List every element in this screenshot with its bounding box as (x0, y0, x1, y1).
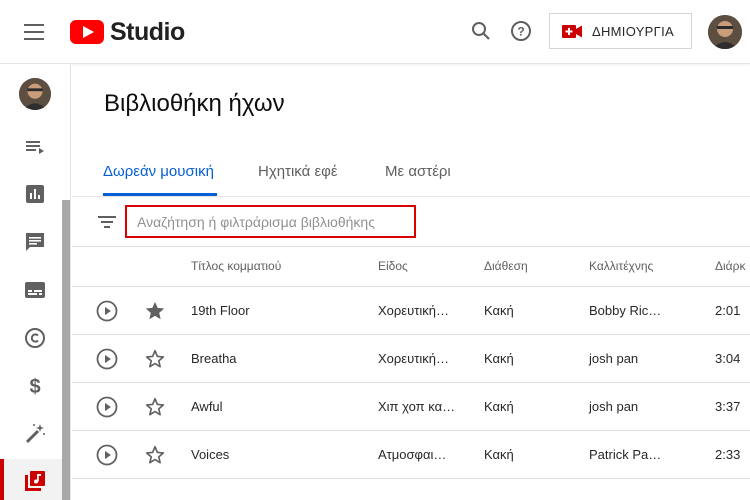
track-genre: Χιπ χοπ κα… (378, 399, 456, 414)
tabs-divider (72, 196, 750, 197)
comments-icon (26, 233, 44, 251)
sidebar-item-comments[interactable] (0, 220, 70, 264)
tab-starred[interactable]: Με αστέρι (385, 163, 451, 180)
track-duration: 2:33 (715, 447, 741, 462)
play-icon[interactable] (96, 444, 118, 466)
column-header-mood[interactable]: Διάθεση (484, 259, 528, 273)
copyright-icon (25, 328, 45, 348)
audio-library-icon (25, 471, 45, 491)
video-camera-plus-icon (562, 24, 582, 39)
track-artist: Bobby Ric… (589, 303, 662, 318)
sidebar-item-copyright[interactable] (0, 316, 70, 360)
sidebar-item-playlists[interactable] (0, 125, 70, 169)
track-genre: Χορευτική… (378, 303, 449, 318)
star-filled-icon[interactable] (144, 300, 166, 322)
sidebar-item-monetization[interactable]: $ (0, 364, 70, 408)
sidebar: $ (0, 64, 71, 500)
account-avatar[interactable] (708, 15, 742, 49)
play-icon[interactable] (96, 300, 118, 322)
analytics-icon (26, 185, 44, 203)
track-genre: Ατμοσφαι… (378, 447, 447, 462)
create-button-label: ΔΗΜΙΟΥΡΓΙΑ (592, 23, 674, 39)
track-mood: Κακή (484, 303, 514, 318)
track-title: 19th Floor (191, 303, 250, 318)
subtitles-icon (25, 282, 45, 298)
sidebar-scrollbar[interactable] (62, 200, 70, 500)
playlist-icon (26, 141, 44, 154)
track-title: Voices (191, 447, 230, 462)
sidebar-item-analytics[interactable] (0, 172, 70, 216)
table-row[interactable]: Awful Χιπ χοπ κα… Κακή josh pan 3:37 (72, 383, 750, 431)
track-artist: josh pan (589, 399, 639, 414)
top-bar: Studio ? ΔΗΜΙΟΥΡΓΙΑ (0, 0, 750, 64)
svg-text:$: $ (29, 376, 40, 398)
table-row[interactable]: Voices Ατμοσφαι… Κακή Patrick Pa… 2:33 (72, 431, 750, 479)
track-duration: 3:04 (715, 351, 741, 366)
star-outline-icon[interactable] (144, 396, 166, 418)
track-artist: josh pan (589, 351, 639, 366)
column-header-title[interactable]: Τίτλος κομματιού (191, 259, 281, 273)
play-icon[interactable] (96, 348, 118, 370)
dollar-icon: $ (29, 376, 40, 398)
studio-logo[interactable]: Studio (70, 17, 185, 47)
magic-wand-icon (25, 424, 45, 444)
table-row[interactable]: 19th Floor Χορευτική… Κακή Bobby Ric… 2:… (72, 287, 750, 335)
track-title: Awful (191, 399, 223, 414)
play-icon[interactable] (96, 396, 118, 418)
filter-icon[interactable] (96, 211, 118, 233)
page-title: Βιβλιοθήκη ήχων (104, 90, 285, 117)
hamburger-menu-icon[interactable] (22, 21, 48, 43)
star-outline-icon[interactable] (144, 444, 166, 466)
track-duration: 2:01 (715, 303, 741, 318)
svg-text:?: ? (517, 25, 524, 39)
track-mood: Κακή (484, 447, 514, 462)
row-divider (72, 478, 750, 479)
column-header-genre[interactable]: Είδος (378, 259, 408, 273)
library-search-box[interactable] (125, 205, 416, 238)
help-icon[interactable]: ? (508, 18, 534, 44)
track-artist: Patrick Pa… (589, 447, 662, 462)
sidebar-item-audio-library[interactable] (0, 459, 70, 500)
tab-sound-effects[interactable]: Ηχητικά εφέ (258, 163, 338, 180)
track-mood: Κακή (484, 399, 514, 414)
tab-free-music[interactable]: Δωρεάν μουσική (103, 163, 214, 180)
track-genre: Χορευτική… (378, 351, 449, 366)
brand-name: Studio (110, 17, 185, 46)
table-row[interactable]: Breatha Χορευτική… Κακή josh pan 3:04 (72, 335, 750, 383)
sidebar-item-customization[interactable] (0, 412, 70, 456)
channel-avatar[interactable] (19, 78, 51, 110)
search-icon[interactable] (468, 18, 494, 44)
track-title: Breatha (191, 351, 237, 366)
column-header-artist[interactable]: Καλλιτέχνης (589, 259, 653, 273)
column-header-duration[interactable]: Διάρκ (715, 259, 745, 273)
youtube-logo-icon (70, 20, 104, 44)
track-duration: 3:37 (715, 399, 741, 414)
track-mood: Κακή (484, 351, 514, 366)
create-button[interactable]: ΔΗΜΙΟΥΡΓΙΑ (549, 13, 692, 49)
star-outline-icon[interactable] (144, 348, 166, 370)
sidebar-item-subtitles[interactable] (0, 268, 70, 312)
library-search-input[interactable] (137, 213, 407, 230)
table-top-divider (72, 246, 750, 247)
